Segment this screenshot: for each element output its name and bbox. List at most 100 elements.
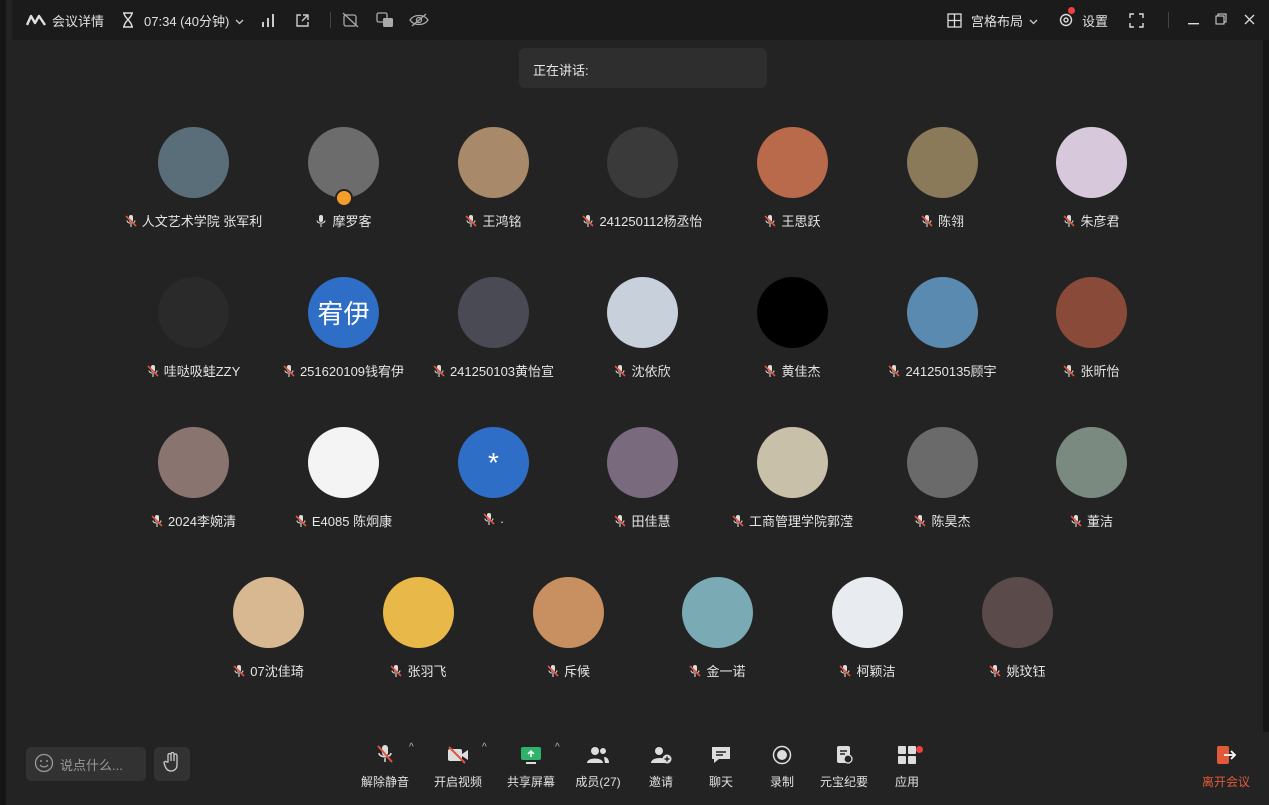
avatar[interactable]: * (458, 427, 529, 498)
mic-icon (314, 214, 328, 228)
avatar[interactable] (458, 277, 529, 348)
fullscreen-icon (1126, 10, 1146, 30)
duration-label: 07:34 (40分钟) (144, 13, 230, 29)
participant-tile[interactable]: 人文艺术学院 张军利 (118, 127, 268, 257)
participant-tile[interactable]: 宥伊 251620109钱宥伊 (268, 277, 418, 407)
restore-button[interactable] (1207, 0, 1235, 40)
duration-dropdown[interactable]: 07:34 (40分钟) (118, 10, 244, 30)
meeting-details-button[interactable]: 会议详情 (26, 10, 104, 30)
mic-muted-icon (763, 364, 777, 378)
participant-tile[interactable]: 张昕怡 (1016, 277, 1166, 407)
avatar[interactable] (233, 577, 304, 648)
avatar[interactable] (607, 277, 678, 348)
participant-tile[interactable]: 2024李婉清 (118, 427, 268, 557)
participant-tile[interactable]: 董洁 (1016, 427, 1166, 557)
participant-tile[interactable]: 241250103黄怡宣 (418, 277, 568, 407)
record-button[interactable]: 录制 (752, 745, 812, 790)
share-options-chevron[interactable]: ^ (555, 742, 560, 753)
signal-stats-button[interactable] (258, 10, 278, 30)
avatar[interactable] (982, 577, 1053, 648)
participant-tile[interactable]: 摩罗客 (268, 127, 418, 257)
layout-dropdown[interactable]: 宫格布局 (945, 10, 1038, 30)
mic-muted-icon (913, 514, 927, 528)
avatar[interactable] (907, 277, 978, 348)
avatar[interactable] (158, 427, 229, 498)
avatar[interactable] (607, 427, 678, 498)
avatar[interactable] (308, 127, 379, 198)
popout-button[interactable] (292, 10, 312, 30)
invite-label: 邀请 (648, 775, 673, 789)
participant-tile[interactable]: 陈昊杰 (867, 427, 1017, 557)
video-button[interactable]: 开启视频 (428, 746, 488, 790)
participant-tile[interactable]: 王思跃 (717, 127, 867, 257)
apps-button[interactable]: 应用 (877, 746, 937, 790)
mic-options-chevron[interactable]: ^ (409, 742, 414, 753)
participant-tile[interactable]: 07沈佳琦 (193, 577, 343, 707)
avatar[interactable] (757, 277, 828, 348)
settings-button[interactable]: 设置 (1056, 7, 1108, 30)
participant-tile[interactable]: 斥候 (493, 577, 643, 707)
members-icon (586, 745, 610, 768)
avatar[interactable] (682, 577, 753, 648)
avatar[interactable] (158, 127, 229, 198)
mic-muted-icon (988, 664, 1002, 678)
mic-muted-icon (613, 514, 627, 528)
invite-button[interactable]: 邀请 (631, 746, 691, 790)
leave-meeting-button[interactable]: 离开会议 (1201, 746, 1251, 790)
mic-muted-icon (581, 214, 595, 228)
avatar[interactable] (308, 427, 379, 498)
divider (1168, 12, 1169, 28)
participant-tile[interactable]: 张羽飞 (343, 577, 493, 707)
avatar[interactable] (383, 577, 454, 648)
avatar[interactable] (458, 127, 529, 198)
close-button[interactable] (1235, 0, 1263, 40)
apps-label: 应用 (894, 775, 919, 789)
participant-tile[interactable]: E4085 陈炯康 (268, 427, 418, 557)
emoji-icon (34, 753, 54, 776)
unmute-button[interactable]: 解除静音 (355, 745, 415, 790)
participant-tile[interactable]: 沈依欣 (567, 277, 717, 407)
avatar[interactable] (1056, 427, 1127, 498)
participant-tile[interactable]: *. (418, 427, 568, 557)
participant-tile[interactable]: 哇哒吸蛙ZZY (118, 277, 268, 407)
title-bar: 会议详情 07:34 (40分钟) 宫格布局 设置 (12, 0, 1269, 40)
host-badge-icon (335, 189, 353, 207)
avatar[interactable] (832, 577, 903, 648)
participant-tile[interactable]: 241250135顾宇 (867, 277, 1017, 407)
participant-tile[interactable]: 陈翎 (867, 127, 1017, 257)
participant-tile[interactable]: 柯颖洁 (792, 577, 942, 707)
avatar[interactable] (607, 127, 678, 198)
participant-tile[interactable]: 工商管理学院郭滢 (717, 427, 867, 557)
avatar[interactable]: 宥伊 (308, 277, 379, 348)
share-screen-label: 共享屏幕 (506, 775, 555, 789)
avatar[interactable] (158, 277, 229, 348)
participant-tile[interactable]: 朱彦君 (1016, 127, 1166, 257)
quick-chat-input[interactable]: 说点什么... (26, 747, 146, 781)
fullscreen-button[interactable] (1126, 10, 1146, 30)
avatar[interactable] (533, 577, 604, 648)
avatar[interactable] (1056, 277, 1127, 348)
avatar[interactable] (757, 427, 828, 498)
chat-button[interactable]: 聊天 (691, 746, 751, 790)
minutes-button[interactable]: 元宝纪要 (814, 746, 874, 790)
avatar[interactable] (907, 427, 978, 498)
translate-button[interactable] (375, 10, 395, 30)
avatar[interactable] (1056, 127, 1127, 198)
record-label: 录制 (769, 775, 794, 789)
no-record-button[interactable] (341, 10, 361, 30)
participant-tile[interactable]: 田佳慧 (567, 427, 717, 557)
minimize-button[interactable] (1179, 0, 1207, 40)
share-screen-button[interactable]: 共享屏幕 (501, 746, 561, 790)
participant-name: 陈翎 (937, 214, 964, 229)
participant-tile[interactable]: 241250112杨丞怡 (567, 127, 717, 257)
participant-tile[interactable]: 王鸿铭 (418, 127, 568, 257)
participant-tile[interactable]: 黄佳杰 (717, 277, 867, 407)
raise-hand-button[interactable] (154, 747, 190, 781)
video-options-chevron[interactable]: ^ (482, 742, 487, 753)
avatar[interactable] (907, 127, 978, 198)
members-button[interactable]: 成员(27) (568, 746, 628, 790)
participant-tile[interactable]: 金一诺 (642, 577, 792, 707)
avatar[interactable] (757, 127, 828, 198)
hide-button[interactable] (409, 10, 430, 30)
participant-tile[interactable]: 姚玟钰 (942, 577, 1092, 707)
